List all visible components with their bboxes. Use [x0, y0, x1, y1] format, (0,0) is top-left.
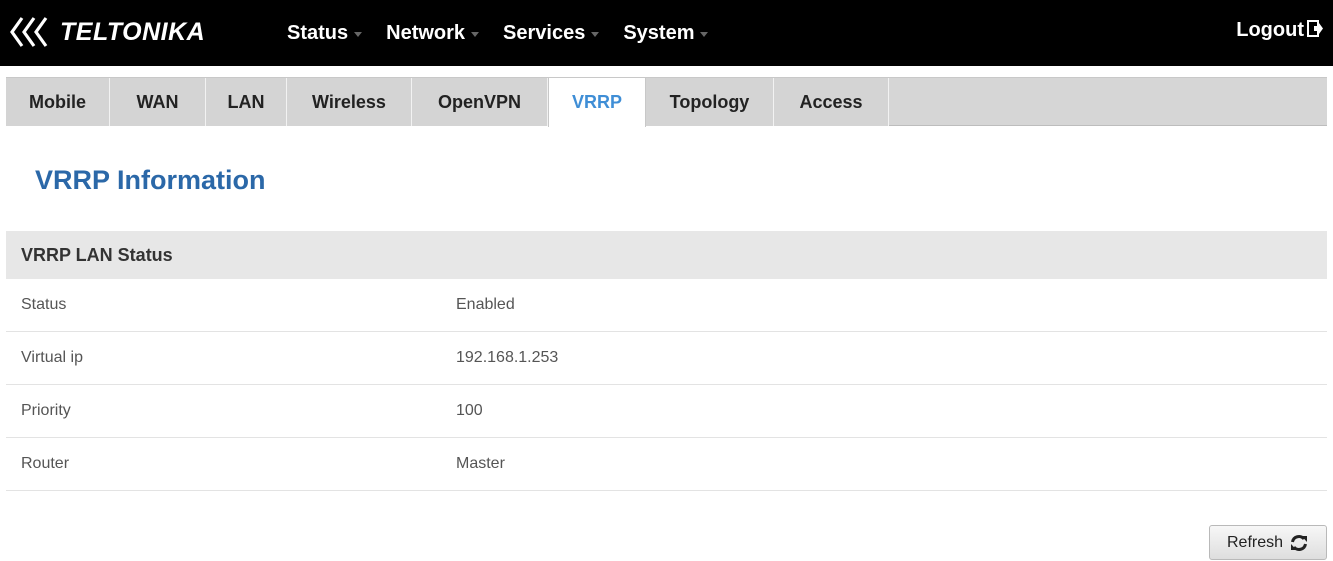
row-value: 100 [456, 402, 483, 419]
tab-lan[interactable]: LAN [206, 78, 287, 126]
refresh-button[interactable]: Refresh [1209, 525, 1327, 560]
menu-status[interactable]: Status [287, 21, 363, 45]
menu-status-label: Status [287, 21, 349, 44]
brand-logo[interactable]: TELTONIKA [8, 14, 205, 50]
chevron-down-icon [354, 31, 363, 37]
tab-wireless[interactable]: Wireless [287, 78, 412, 126]
top-navigation-bar: TELTONIKA Status Network Services System… [0, 0, 1333, 66]
chevron-down-icon [591, 31, 600, 37]
menu-network-label: Network [386, 21, 466, 44]
menu-system[interactable]: System [623, 21, 709, 45]
refresh-arrows-icon [1291, 534, 1308, 551]
menu-network[interactable]: Network [386, 21, 480, 45]
section-header: VRRP LAN Status [6, 231, 1327, 279]
row-label: Virtual ip [21, 349, 83, 366]
teltonika-chevrons-icon [10, 17, 48, 47]
logout-label: Logout [1236, 19, 1304, 41]
menu-services-label: Services [503, 21, 586, 44]
row-label: Priority [21, 402, 71, 419]
logout-exit-icon [1307, 19, 1323, 37]
chevron-down-icon [471, 31, 480, 37]
menu-system-label: System [623, 21, 695, 44]
logout-link[interactable]: Logout [1236, 19, 1323, 42]
table-row: Router Master [6, 438, 1327, 491]
row-label: Router [21, 455, 70, 472]
menu-services[interactable]: Services [503, 21, 600, 45]
tab-vrrp[interactable]: VRRP [548, 78, 646, 127]
tab-topology[interactable]: Topology [646, 78, 774, 126]
table-row: Priority 100 [6, 385, 1327, 438]
tab-wan[interactable]: WAN [110, 78, 206, 126]
refresh-label: Refresh [1226, 533, 1284, 551]
table-row: Virtual ip 192.168.1.253 [6, 332, 1327, 385]
brand-name: TELTONIKA [60, 17, 206, 46]
tab-mobile[interactable]: Mobile [6, 78, 110, 126]
page-title: VRRP Information [35, 165, 266, 195]
row-value: 192.168.1.253 [456, 349, 559, 366]
tab-access[interactable]: Access [774, 78, 889, 126]
table-row: Status Enabled [6, 279, 1327, 332]
row-label: Status [21, 296, 67, 313]
row-value: Master [456, 455, 505, 472]
status-tabs: Mobile WAN LAN Wireless OpenVPN VRRP Top… [6, 77, 1327, 127]
main-menu: Status Network Services System [287, 0, 732, 66]
chevron-down-icon [700, 31, 709, 37]
row-value: Enabled [456, 296, 515, 313]
tab-openvpn[interactable]: OpenVPN [412, 78, 548, 126]
